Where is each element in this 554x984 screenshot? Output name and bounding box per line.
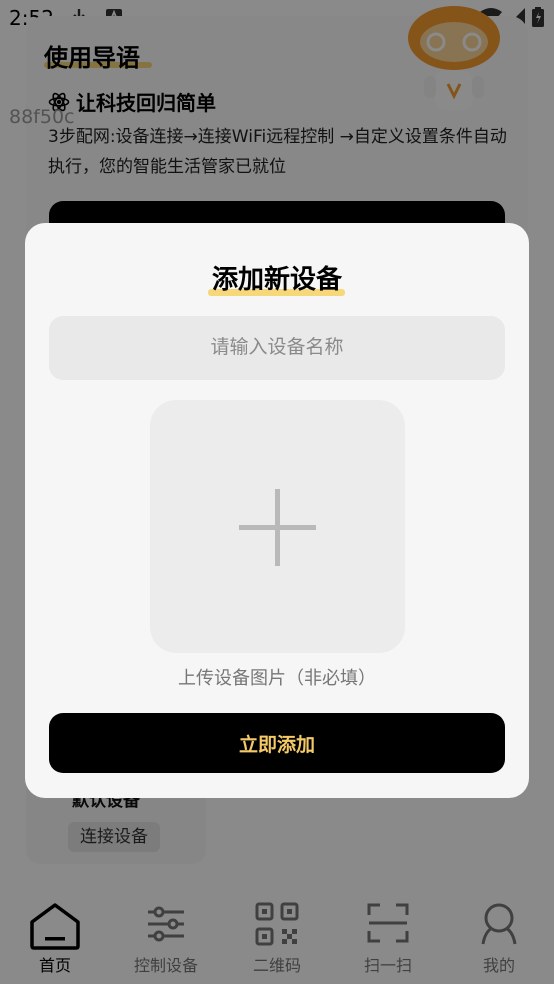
add-now-button[interactable]: 立即添加 xyxy=(49,713,505,773)
dialog-title: 添加新设备 xyxy=(211,265,342,295)
upload-image-box[interactable] xyxy=(150,400,405,653)
upload-image-label: 上传设备图片（非必填） xyxy=(178,668,376,689)
plus-icon xyxy=(239,489,316,566)
device-name-input[interactable] xyxy=(49,316,505,380)
add-device-dialog: 添加新设备 上传设备图片（非必填） 立即添加 xyxy=(25,223,529,798)
